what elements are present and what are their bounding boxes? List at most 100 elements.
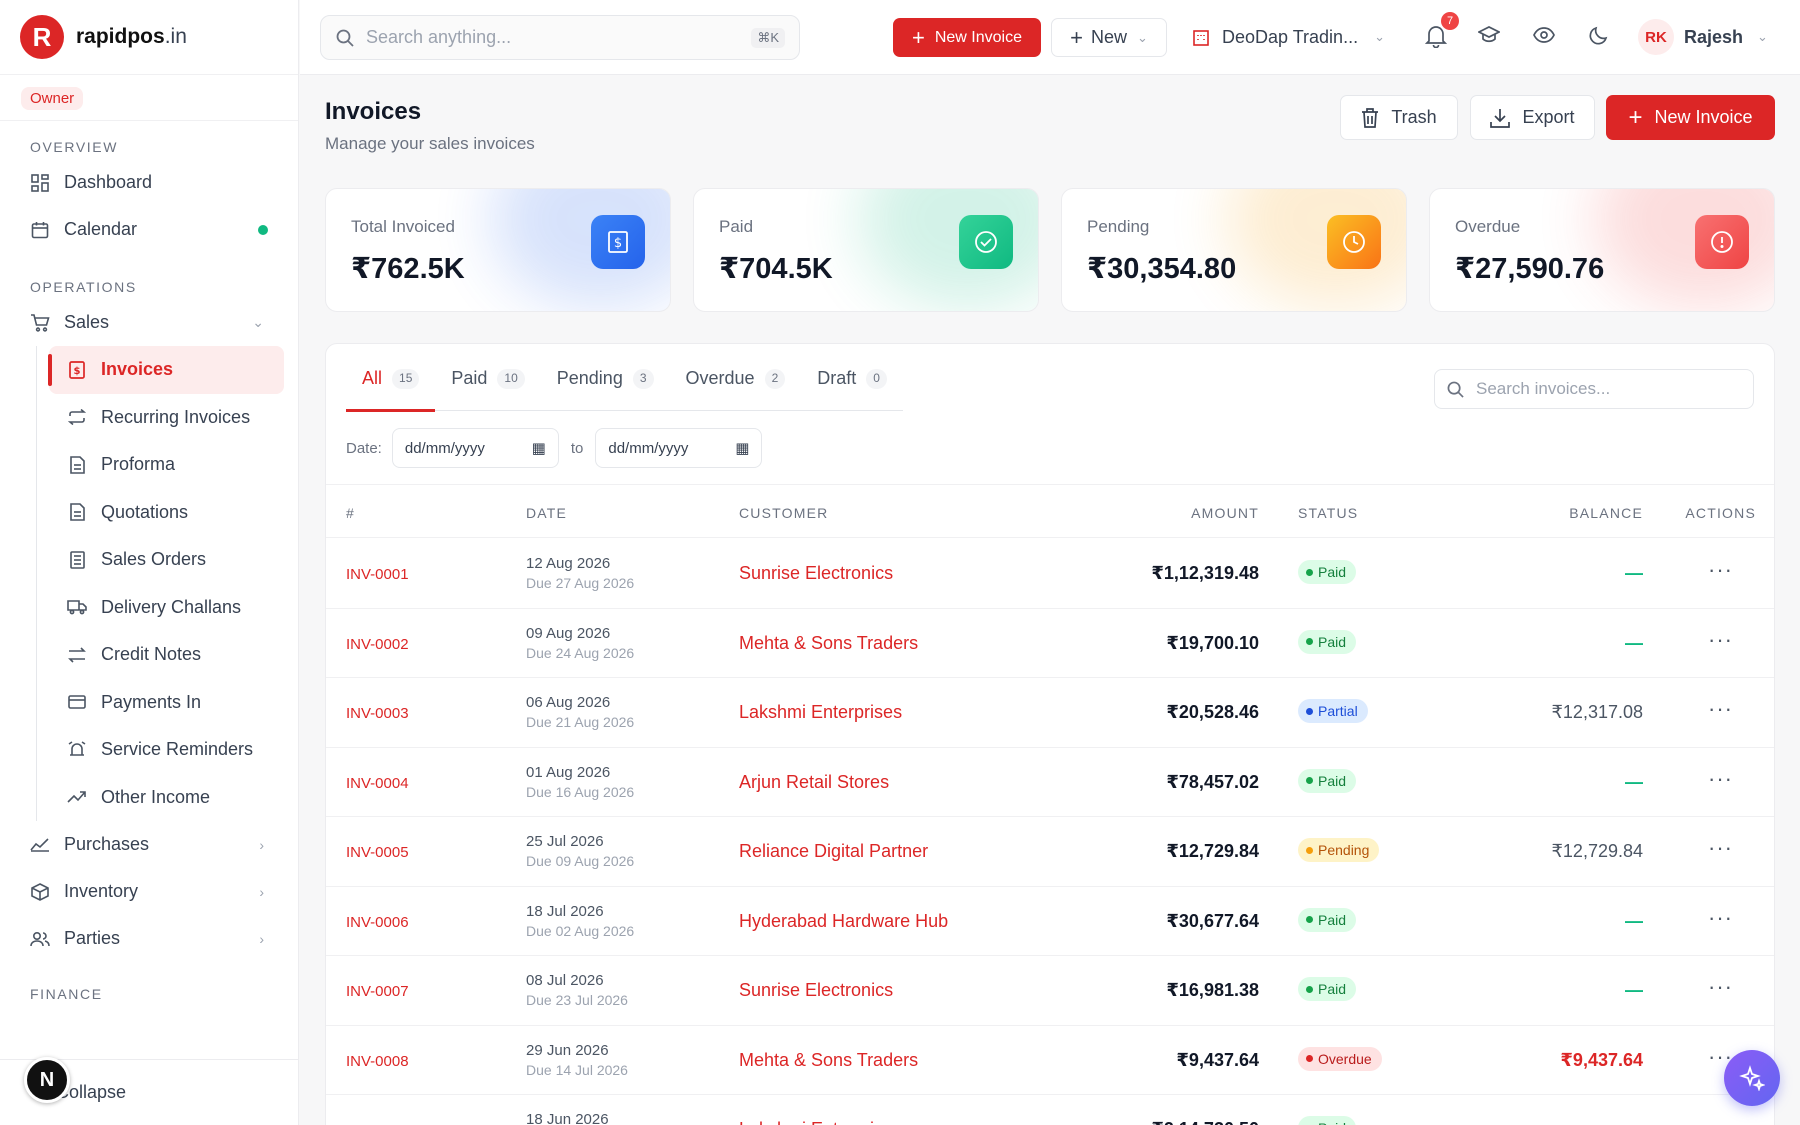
receipt-icon: $ [591,215,645,269]
stat-card-overdue: Overdue ₹27,590.76 [1429,188,1775,312]
tab-all[interactable]: All 15 [346,368,436,412]
status-badge: Pending [1298,838,1380,862]
ai-assistant-button[interactable] [1724,1050,1780,1106]
brand-logo[interactable]: R rapidpos.in [0,0,298,75]
customer-link[interactable]: Mehta & Sons Traders [739,633,918,654]
sidebar-item-calendar[interactable]: Calendar [0,206,298,253]
sidebar-item-sales[interactable]: Sales ⌄ [0,299,298,346]
sidebar-item-invoices[interactable]: $ Invoices [48,346,284,394]
customer-link[interactable]: Sunrise Electronics [739,980,893,1001]
top-new-invoice-button[interactable]: + New Invoice [893,18,1041,57]
table-row[interactable]: INV-0002 09 Aug 2026 Due 24 Aug 2026 Mehta … [326,609,1774,678]
user-menu[interactable]: RK Rajesh ⌄ [1638,19,1768,55]
more-actions-icon[interactable]: ··· [1708,766,1733,792]
table-row[interactable]: INV-000918 Jun 2026Lakshmi Enterprises₹2… [326,1095,1774,1125]
notification-count-badge: 7 [1441,12,1459,30]
sidebar-item-label: Quotations [101,501,189,522]
sidebar-item-proforma[interactable]: Proforma [37,441,298,489]
svg-text:$: $ [614,236,622,251]
tab-draft[interactable]: Draft 0 [801,368,903,411]
sidebar-item-other-income[interactable]: Other Income [37,774,298,822]
more-actions-icon[interactable]: ··· [1708,835,1733,861]
more-actions-icon[interactable]: ··· [1708,627,1733,653]
table-row[interactable]: INV-0001 12 Aug 2026 Due 27 Aug 2026 Sunris… [326,539,1774,609]
tab-count: 3 [632,369,654,389]
more-actions-icon[interactable]: ··· [1708,557,1733,583]
sidebar-item-inventory[interactable]: Inventory › [0,868,298,915]
status-tabs: All 15 Paid 10 Pending 3 Overdue 2 Draft 0 [346,368,903,412]
invoice-date: 09 Aug 2026 [526,624,611,642]
invoice-number-link[interactable]: INV-0006 [346,914,409,931]
customer-link[interactable]: Mehta & Sons Traders [739,1050,918,1071]
section-overview: OVERVIEW [30,139,119,155]
sidebar-item-quotations[interactable]: Quotations [37,489,298,537]
invoice-number-link[interactable]: INV-0001 [346,566,409,583]
table-row[interactable]: INV-0008 29 Jun 2026 Due 14 Jul 2026 Mehta … [326,1026,1774,1095]
stat-card-paid: Paid ₹704.5K [693,188,1039,312]
more-actions-icon[interactable]: ··· [1708,1113,1733,1125]
customer-link[interactable]: Hyderabad Hardware Hub [739,911,948,932]
sidebar-item-service-reminders[interactable]: Service Reminders [37,726,298,774]
eye-icon[interactable] [1533,24,1555,51]
page-title: Invoices [325,98,422,125]
chevron-down-icon: ⌄ [252,314,264,330]
customer-link[interactable]: Reliance Digital Partner [739,841,928,862]
sidebar-item-purchases[interactable]: Purchases › [0,821,298,868]
sidebar-item-delivery-challans[interactable]: Delivery Challans [37,584,298,632]
page-subtitle: Manage your sales invoices [325,134,535,153]
global-search-input[interactable]: Search anything... ⌘K [320,15,800,60]
status-badge: Partial [1298,699,1368,723]
sidebar-item-sales-orders[interactable]: Sales Orders [37,536,298,584]
chevron-down-icon: ⌄ [1136,29,1148,45]
invoice-number-link[interactable]: INV-0005 [346,844,409,861]
status-dot [1306,638,1313,645]
col-date: DATE [526,505,568,521]
sidebar-item-recurring-invoices[interactable]: Recurring Invoices [37,394,298,442]
bell-icon[interactable] [1424,24,1448,53]
invoice-number-link[interactable]: INV-0008 [346,1053,409,1070]
export-button[interactable]: Export [1470,95,1595,140]
topbar: Search anything... ⌘K + New Invoice + Ne… [300,0,1800,75]
trash-button[interactable]: Trash [1340,95,1458,140]
tab-overdue[interactable]: Overdue 2 [670,368,802,411]
table-row[interactable]: INV-0004 01 Aug 2026 Due 16 Aug 2026 Arjun … [326,748,1774,817]
table-row[interactable]: INV-0007 08 Jul 2026 Due 23 Jul 2026 Sunris… [326,956,1774,1026]
customer-link[interactable]: Arjun Retail Stores [739,772,889,793]
sidebar-item-label: Sales Orders [101,549,207,570]
table-row[interactable]: INV-0006 18 Jul 2026 Due 02 Aug 2026 Hydera… [326,887,1774,956]
invoice-number-link[interactable]: INV-0003 [346,705,409,722]
customer-link[interactable]: Lakshmi Enterprises [739,702,902,723]
graduation-cap-icon[interactable] [1477,24,1501,51]
invoice-due-date: Due 23 Jul 2026 [526,992,628,1008]
sidebar-item-parties[interactable]: Parties › [0,915,298,962]
invoice-number-link[interactable]: INV-0004 [346,775,409,792]
more-actions-icon[interactable]: ··· [1708,905,1733,931]
document-icon [67,455,87,475]
status-badge: Paid [1298,768,1357,793]
moon-icon[interactable] [1588,24,1610,51]
company-switcher[interactable]: DeoDap Tradin... ⌄ [1192,22,1385,52]
invoice-number-link[interactable]: INV-0007 [346,983,409,1000]
invoice-due-date: Due 24 Aug 2026 [526,644,635,661]
help-avatar[interactable]: N [24,1057,70,1103]
repeat-icon [67,407,87,427]
invoice-number-link[interactable]: INV-0002 [346,636,409,653]
new-menu-button[interactable]: + New ⌄ [1051,18,1167,57]
more-actions-icon[interactable]: ··· [1708,696,1733,722]
table-row[interactable]: INV-0005 25 Jul 2026 Due 09 Aug 2026 Relian… [326,817,1774,887]
invoice-balance: — [1625,563,1643,583]
sidebar-item-payments-in[interactable]: Payments In [37,679,298,727]
invoice-search-input[interactable]: Search invoices... [1434,369,1754,409]
customer-link[interactable]: Sunrise Electronics [739,563,893,584]
new-invoice-button[interactable]: + New Invoice [1606,95,1775,140]
date-to-input[interactable]: dd/mm/yyyy ▦ [595,428,763,468]
tab-pending[interactable]: Pending 3 [541,368,670,411]
customer-link[interactable]: Lakshmi Enterprises [739,1119,902,1125]
sidebar-item-credit-notes[interactable]: Credit Notes [37,631,298,679]
sidebar-item-dashboard[interactable]: Dashboard [0,159,298,206]
tab-paid[interactable]: Paid 10 [435,368,540,411]
table-row[interactable]: INV-0003 06 Aug 2026 Due 21 Aug 2026 Lakshm… [326,678,1774,748]
more-actions-icon[interactable]: ··· [1708,974,1733,1000]
date-from-input[interactable]: dd/mm/yyyy ▦ [391,428,559,468]
invoice-amount: ₹9,437.64 [1176,1049,1259,1070]
